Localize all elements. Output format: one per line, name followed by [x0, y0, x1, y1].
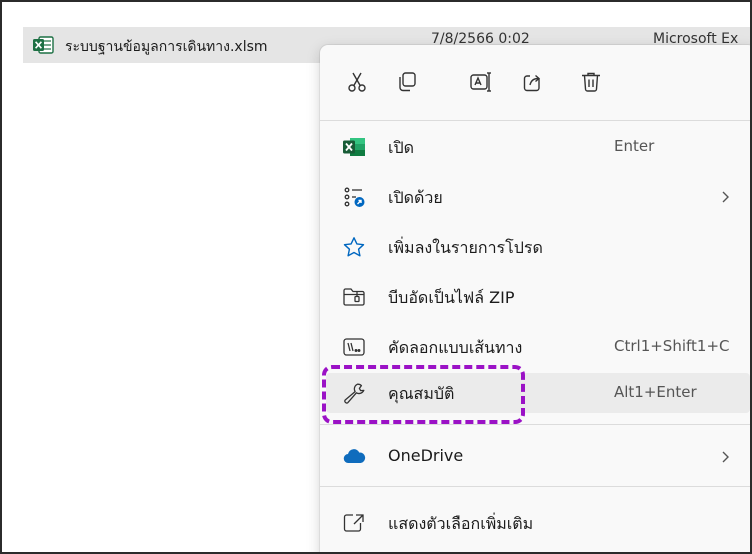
cut-button[interactable]	[342, 67, 372, 97]
copy-button[interactable]	[392, 67, 422, 97]
zip-folder-icon	[343, 288, 365, 306]
cloud-icon	[343, 449, 366, 464]
copy-icon	[399, 72, 416, 92]
menu-item-copy-path[interactable]: คัดลอกแบบเส้นทาง Ctrl1+Shift1+C	[320, 327, 750, 367]
menu-divider	[320, 424, 750, 425]
menu-item-open[interactable]: เปิด Enter	[320, 127, 750, 167]
delete-button[interactable]	[576, 67, 606, 97]
chevron-right-icon	[722, 451, 729, 463]
open-with-icon	[344, 187, 365, 207]
menu-item-label: เพิ่มลงในรายการโปรด	[388, 238, 543, 257]
quick-action-bar	[320, 45, 750, 120]
trash-icon	[582, 72, 600, 92]
rename-icon	[470, 72, 491, 92]
scissors-icon	[348, 72, 366, 92]
menu-item-onedrive[interactable]: OneDrive	[320, 437, 750, 477]
rename-button[interactable]	[466, 67, 496, 97]
chevron-right-icon	[722, 191, 729, 203]
menu-item-open-with[interactable]: เปิดด้วย	[320, 177, 750, 217]
menu-item-label: บีบอัดเป็นไฟล์ ZIP	[388, 288, 515, 307]
explorer-window: ระบบฐานข้อมูลการเดินทาง.xlsm 7/8/2566 0:…	[0, 0, 752, 554]
menu-item-shortcut: Enter	[614, 137, 655, 155]
menu-divider	[320, 486, 750, 487]
menu-item-label: คัดลอกแบบเส้นทาง	[388, 338, 523, 357]
menu-item-shortcut: Alt1+Enter	[614, 383, 697, 401]
path-icon	[343, 338, 365, 356]
menu-item-compress-zip[interactable]: บีบอัดเป็นไฟล์ ZIP	[320, 277, 750, 317]
excel-icon	[343, 138, 365, 156]
menu-item-label: เปิดด้วย	[388, 188, 443, 207]
share-icon	[523, 74, 541, 92]
menu-divider	[320, 120, 750, 121]
star-icon	[343, 237, 365, 257]
menu-item-label: แสดงตัวเลือกเพิ่มเติม	[388, 514, 534, 533]
menu-item-label: เปิด	[388, 138, 415, 157]
menu-item-add-favorites[interactable]: เพิ่มลงในรายการโปรด	[320, 227, 750, 267]
context-menu: เปิด Enter เปิดด้วย เพิ่มลงในรายการโปรด	[320, 45, 750, 552]
menu-item-shortcut: Ctrl1+Shift1+C	[614, 337, 730, 355]
excel-file-icon	[33, 36, 54, 54]
menu-item-label: OneDrive	[388, 446, 464, 465]
properties-highlight-box	[322, 365, 525, 424]
menu-item-show-more[interactable]: แสดงตัวเลือกเพิ่มเติม	[320, 503, 750, 543]
share-button[interactable]	[518, 67, 548, 97]
file-name: ระบบฐานข้อมูลการเดินทาง.xlsm	[65, 39, 268, 55]
expand-icon	[343, 514, 364, 532]
